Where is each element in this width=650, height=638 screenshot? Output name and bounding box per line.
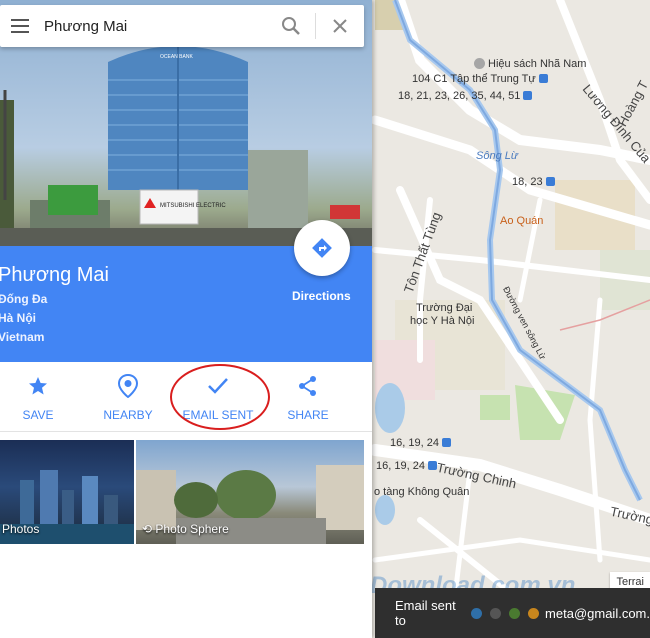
photo-strip: Photos ⟲ Photo Sphere: [0, 440, 372, 544]
share-label: SHARE: [287, 408, 329, 422]
search-icon[interactable]: [267, 5, 315, 47]
map-label-museum[interactable]: o tàng Không Quân: [374, 486, 469, 498]
address-line-3: Vietnam: [0, 330, 45, 344]
nearby-icon: [83, 374, 173, 398]
map-label-university[interactable]: Trường Đại: [416, 302, 472, 314]
save-button[interactable]: SAVE: [0, 374, 83, 422]
nearby-label: NEARBY: [103, 408, 153, 422]
search-box[interactable]: [0, 5, 364, 47]
nearby-button[interactable]: NEARBY: [83, 374, 173, 422]
directions-icon: [312, 238, 332, 258]
highlight-circle-annotation: [170, 364, 270, 430]
toast-prefix: Email sent to: [395, 598, 456, 628]
place-info-card: Phương Mai Đống Đa Hà Nội Vietnam Direct…: [0, 220, 372, 362]
bus-stop-icon: [538, 74, 548, 83]
address-line-1: Đống Đa: [0, 292, 48, 306]
photos-label: Photos: [2, 522, 40, 536]
photos-thumbnail[interactable]: Photos: [0, 440, 134, 544]
bus-stop-icon: [545, 177, 555, 186]
photo-sphere-icon: ⟲: [142, 522, 156, 536]
menu-icon[interactable]: [0, 5, 40, 47]
place-panel: MITSUBISHI ELECTRIC OCEAN BANK Phương Ma…: [0, 0, 372, 638]
obscured-email-dots: [471, 607, 540, 619]
map-label-ao-quan[interactable]: Ao Quán: [500, 215, 543, 227]
map-label-bus-lines-4: 16, 19, 24: [376, 460, 437, 472]
email-sent-toast: Email sent to meta@gmail.com.: [375, 588, 650, 638]
search-input[interactable]: [40, 5, 267, 47]
map-label-song-lu: Sông Lừ: [476, 150, 518, 162]
photo-sphere-label: ⟲ Photo Sphere: [142, 522, 229, 536]
bus-stop-icon: [441, 438, 451, 447]
share-button[interactable]: SHARE: [263, 374, 353, 422]
photo-sphere-thumbnail[interactable]: ⟲ Photo Sphere: [136, 440, 364, 544]
directions-label[interactable]: Directions: [292, 289, 351, 303]
map-label-bookstore[interactable]: Hiệu sách Nhã Nam: [474, 58, 586, 70]
directions-button[interactable]: [294, 220, 350, 276]
map-label-bus-lines-3: 16, 19, 24: [390, 437, 451, 449]
place-title: Phương Mai: [0, 264, 109, 286]
map-label-university-2: học Y Hà Nội: [410, 315, 475, 327]
map-label-bus-lines-1: 18, 21, 23, 26, 35, 44, 51: [398, 90, 533, 102]
map-label-bus-lines-2: 18, 23: [512, 176, 555, 188]
billboard-brand-text: MITSUBISHI ELECTRIC: [160, 203, 226, 209]
bus-stop-icon: [523, 91, 533, 100]
map-label-bus-stop-1[interactable]: 104 C1 Tập thể Trung Tự: [412, 73, 548, 85]
share-icon: [263, 374, 353, 398]
close-icon[interactable]: [316, 5, 364, 47]
star-icon: [0, 374, 83, 398]
tower-sign-text: OCEAN BANK: [160, 54, 193, 60]
address-line-2: Hà Nội: [0, 311, 37, 325]
toast-email: meta@gmail.com.: [545, 605, 650, 621]
save-label: SAVE: [22, 408, 54, 422]
